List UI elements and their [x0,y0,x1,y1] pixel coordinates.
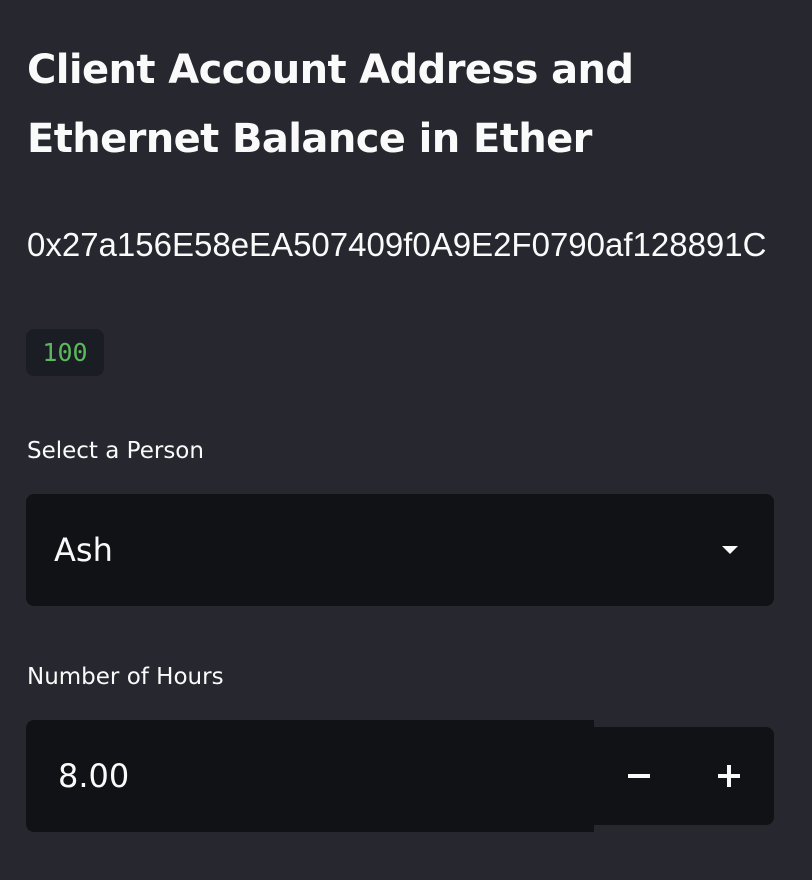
decrement-button[interactable] [594,727,684,825]
hours-input[interactable]: 8.00 [26,720,594,832]
person-select-value: Ash [54,531,113,569]
balance-value: 100 [26,329,104,376]
plus-icon [718,765,740,787]
app-main: Client Account Address and Ethernet Bala… [0,0,812,880]
caret-down-icon[interactable] [722,546,738,554]
minus-icon [628,774,650,778]
increment-button[interactable] [684,727,774,825]
person-select[interactable]: Ash [26,494,774,606]
account-address: 0x27a156E58eEA507409f0A9E2F0790af128891C [27,226,767,263]
hours-stepper [594,727,774,825]
hours-input-value: 8.00 [58,757,130,795]
page-title: Client Account Address and Ethernet Bala… [27,47,634,162]
hours-input-label: Number of Hours [27,664,224,690]
person-select-label: Select a Person [27,438,204,464]
